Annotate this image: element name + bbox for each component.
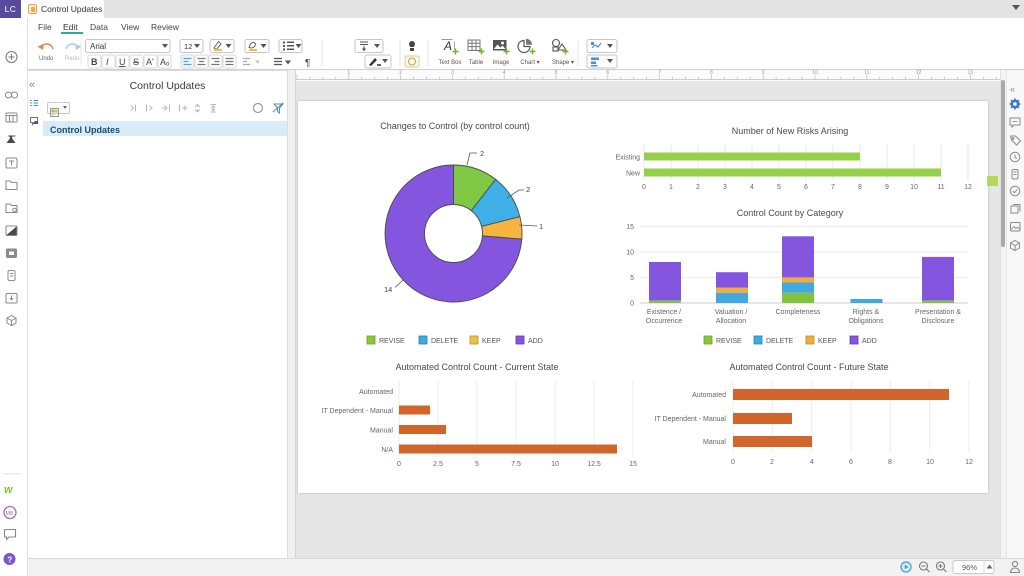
svg-text:2: 2 <box>696 184 700 191</box>
svg-text:Presentation &: Presentation & <box>915 309 961 316</box>
svg-text:Changes to Control (by control: Changes to Control (by control count) <box>380 121 530 131</box>
svg-text:12: 12 <box>965 459 973 466</box>
svg-text:IT Dependent - Manual: IT Dependent - Manual <box>322 408 394 415</box>
svg-text:IT Dependent - Manual: IT Dependent - Manual <box>655 416 727 423</box>
svg-text:0: 0 <box>397 461 401 468</box>
svg-text:15: 15 <box>629 461 637 468</box>
svg-text:ADD: ADD <box>528 338 543 345</box>
svg-text:REVISE: REVISE <box>379 338 405 345</box>
svg-text:Manual: Manual <box>703 439 726 446</box>
svg-text:2.5: 2.5 <box>433 461 443 468</box>
svg-text:5: 5 <box>777 184 781 191</box>
svg-text:10: 10 <box>926 459 934 466</box>
svg-text:4: 4 <box>750 184 754 191</box>
svg-text:1: 1 <box>539 222 543 231</box>
svg-text:Automated Control Count - Futu: Automated Control Count - Future State <box>729 362 888 372</box>
svg-text:9: 9 <box>885 184 889 191</box>
svg-text:8: 8 <box>858 184 862 191</box>
svg-text:10: 10 <box>551 461 559 468</box>
svg-text:Completeness: Completeness <box>776 309 821 316</box>
svg-text:7.5: 7.5 <box>511 461 521 468</box>
svg-text:14: 14 <box>384 285 392 294</box>
svg-text:11: 11 <box>937 184 944 191</box>
svg-text:Existing: Existing <box>615 155 640 162</box>
svg-text:Automated: Automated <box>359 389 393 396</box>
svg-text:Rights &: Rights & <box>853 309 880 316</box>
svg-text:N/A: N/A <box>381 447 393 454</box>
svg-text:Automated Control Count - Curr: Automated Control Count - Current State <box>395 362 558 372</box>
svg-text:4: 4 <box>810 459 814 466</box>
svg-text:DELETE: DELETE <box>431 338 459 345</box>
svg-text:6: 6 <box>804 184 808 191</box>
svg-text:10: 10 <box>910 184 918 191</box>
svg-text:6: 6 <box>849 459 853 466</box>
svg-text:Number of New Risks Arising: Number of New Risks Arising <box>732 126 849 136</box>
svg-text:Manual: Manual <box>370 428 393 435</box>
svg-text:KEEP: KEEP <box>818 338 837 345</box>
svg-text:2: 2 <box>526 185 530 194</box>
svg-text:Obligations: Obligations <box>848 318 884 325</box>
svg-text:ADD: ADD <box>862 338 877 345</box>
svg-text:0: 0 <box>642 184 646 191</box>
svg-text:3: 3 <box>723 184 727 191</box>
svg-text:Valuation /: Valuation / <box>715 309 748 316</box>
svg-text:10: 10 <box>626 250 634 257</box>
svg-text:Existence /: Existence / <box>647 309 681 316</box>
svg-text:Disclosure: Disclosure <box>922 318 955 325</box>
svg-text:Automated: Automated <box>692 392 726 399</box>
svg-text:8: 8 <box>888 459 892 466</box>
svg-text:12.5: 12.5 <box>587 461 601 468</box>
svg-text:5: 5 <box>475 461 479 468</box>
svg-text:New: New <box>626 171 641 178</box>
svg-text:REVISE: REVISE <box>716 338 742 345</box>
svg-text:KEEP: KEEP <box>482 338 501 345</box>
svg-text:5: 5 <box>630 275 634 282</box>
svg-text:Occurrence: Occurrence <box>646 318 682 325</box>
svg-text:15: 15 <box>626 224 634 231</box>
svg-text:DELETE: DELETE <box>766 338 794 345</box>
svg-text:12: 12 <box>964 184 972 191</box>
svg-text:0: 0 <box>630 301 634 308</box>
svg-text:2: 2 <box>480 149 484 158</box>
svg-text:1: 1 <box>669 184 673 191</box>
svg-text:7: 7 <box>831 184 835 191</box>
svg-text:0: 0 <box>731 459 735 466</box>
svg-text:Allocation: Allocation <box>716 318 746 325</box>
svg-text:Control Count by Category: Control Count by Category <box>737 208 844 218</box>
svg-text:2: 2 <box>770 459 774 466</box>
